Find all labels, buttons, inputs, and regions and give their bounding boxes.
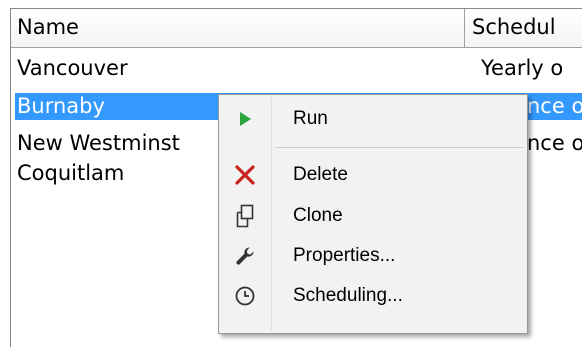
wrench-icon — [225, 239, 265, 273]
menu-item-clone[interactable]: Clone — [221, 199, 525, 233]
menu-item-scheduling[interactable]: Scheduling... — [221, 279, 525, 313]
row-schedule-cell: nce or — [527, 131, 582, 155]
menu-item-delete[interactable]: Delete — [221, 158, 525, 192]
run-icon — [225, 102, 265, 136]
column-header-name[interactable]: Name — [11, 9, 465, 47]
context-menu: Run Delete Clone Properties... Schedulin… — [218, 94, 528, 334]
row-name-cell: Vancouver — [17, 56, 128, 80]
clone-icon — [225, 199, 265, 233]
menu-item-label: Run — [293, 108, 328, 129]
menu-item-properties[interactable]: Properties... — [221, 239, 525, 273]
menu-item-label: Properties... — [293, 245, 396, 266]
list-header: Name Schedul — [11, 9, 582, 48]
delete-icon — [225, 158, 265, 192]
clock-icon — [225, 279, 265, 313]
menu-item-label: Scheduling... — [293, 285, 403, 306]
menu-item-label: Clone — [293, 205, 343, 226]
column-header-schedule[interactable]: Schedul — [466, 9, 582, 47]
row-schedule-cell: nce or — [527, 94, 582, 118]
row-name-cell: Burnaby — [17, 94, 105, 118]
menu-separator — [275, 147, 523, 148]
row-name-cell: Coquitlam — [17, 161, 125, 185]
row-name-cell: New Westminst — [17, 131, 180, 155]
row-schedule-cell: Yearly o — [481, 56, 564, 80]
menu-item-label: Delete — [293, 164, 348, 185]
menu-item-run[interactable]: Run — [221, 102, 525, 136]
